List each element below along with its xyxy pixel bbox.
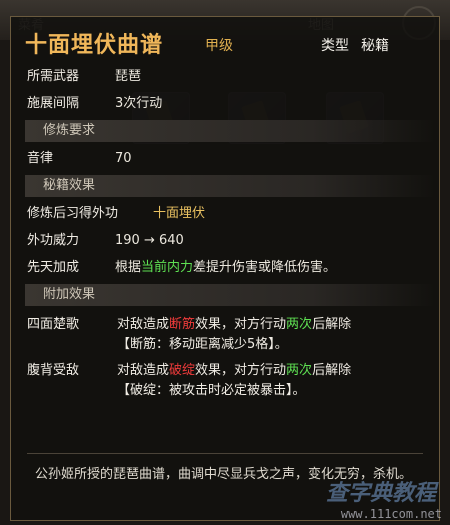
learned-skill-label: 修炼后习得外功	[27, 206, 119, 221]
watermark-logo: 查字典教程	[325, 481, 436, 506]
item-tooltip: 十面埋伏曲谱 甲级 类型 秘籍 所需武器 琵琶 施展间隔 3次行动 修炼要求 音…	[10, 16, 440, 521]
item-grade: 甲级	[205, 38, 233, 54]
extra-effect-line2: 【破绽：被攻击时必定被暴击】。	[117, 383, 306, 398]
requirement-value: 70	[115, 151, 132, 166]
innate-bonus-label: 先天加成	[27, 260, 80, 275]
section-title: 秘籍效果	[43, 178, 96, 193]
item-type-value: 秘籍	[361, 38, 389, 54]
effect-status-keyword: 断筋	[169, 317, 196, 332]
effect-text: 后解除	[312, 363, 352, 378]
skill-power-label: 外功威力	[27, 233, 80, 248]
effect-count-keyword: 两次	[286, 317, 313, 332]
extra-effect-line1: 对敌造成断筋效果，对方行动两次后解除	[117, 313, 351, 332]
item-name: 十面埋伏曲谱	[25, 32, 164, 58]
skill-power-value: 190 → 640	[115, 233, 184, 248]
description-divider	[27, 453, 423, 454]
extra-effect-item: 腹背受敌 对敌造成破绽效果，对方行动两次后解除 【破绽：被攻击时必定被暴击】。	[19, 355, 431, 401]
effect-text: 效果，对方行动	[195, 317, 287, 332]
effect-text: 对敌造成	[117, 317, 170, 332]
innate-bonus-row: 先天加成 根据当前内力差提升伤害或降低伤害。	[19, 254, 431, 281]
effect-count-keyword: 两次	[286, 363, 313, 378]
section-title: 修炼要求	[43, 123, 96, 138]
extra-effect-label: 四面楚歌	[27, 317, 80, 332]
required-weapon-row: 所需武器 琵琶	[19, 63, 431, 90]
effect-status-keyword: 破绽	[169, 363, 196, 378]
extra-effect-label: 腹背受敌	[27, 363, 80, 378]
tooltip-header: 十面埋伏曲谱 甲级 类型 秘籍	[19, 23, 431, 63]
extra-effect-line1: 对敌造成破绽效果，对方行动两次后解除	[117, 359, 351, 378]
innate-bonus-text-c: 差提升伤害或降低伤害。	[193, 260, 337, 275]
section-title: 附加效果	[43, 287, 96, 302]
required-weapon-value: 琵琶	[115, 69, 142, 84]
section-book-effect: 秘籍效果	[25, 175, 435, 197]
cast-interval-row: 施展间隔 3次行动	[19, 90, 431, 117]
watermark-url: www.111com.net	[340, 507, 442, 521]
innate-bonus-text: 根据当前内力差提升伤害或降低伤害。	[115, 254, 336, 281]
learned-skill-row: 修炼后习得外功 十面埋伏	[19, 200, 431, 227]
effect-text: 效果，对方行动	[195, 363, 287, 378]
section-training-requirements: 修炼要求	[25, 120, 435, 142]
innate-bonus-highlight: 当前内力	[141, 260, 194, 275]
section-extra-effects: 附加效果	[25, 284, 435, 306]
learned-skill-value: 十面埋伏	[153, 206, 206, 221]
effect-text: 对敌造成	[117, 363, 170, 378]
skill-power-row: 外功威力 190 → 640	[19, 227, 431, 254]
effect-text: 后解除	[312, 317, 352, 332]
requirement-row: 音律 70	[19, 145, 431, 172]
required-weapon-label: 所需武器	[27, 69, 80, 84]
cast-interval-label: 施展间隔	[27, 96, 80, 111]
requirement-label: 音律	[27, 151, 54, 166]
cast-interval-value: 3次行动	[115, 96, 163, 111]
extra-effect-item: 四面楚歌 对敌造成断筋效果，对方行动两次后解除 【断筋：移动距离减少5格】。	[19, 309, 431, 355]
item-type-label: 类型	[321, 38, 349, 54]
innate-bonus-text-a: 根据	[115, 260, 142, 275]
extra-effect-line2: 【断筋：移动距离减少5格】。	[117, 337, 288, 352]
